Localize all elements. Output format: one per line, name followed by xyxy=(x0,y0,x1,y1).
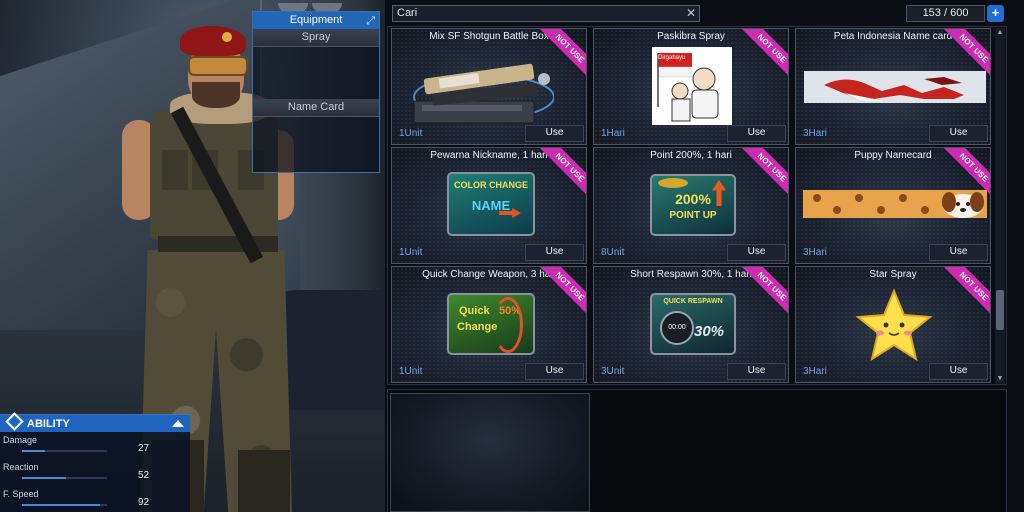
item-card-mix-sf-shotgun[interactable]: Mix SF Shotgun Battle Box NOT USE 1Unit … xyxy=(391,28,587,145)
soldier-beret xyxy=(180,26,246,56)
stat-label: Reaction xyxy=(3,462,39,472)
stat-bar xyxy=(22,477,107,479)
stat-label: F. Speed xyxy=(3,489,39,499)
soldier-goggles xyxy=(188,56,248,76)
coin-icon xyxy=(658,178,688,188)
stat-bar xyxy=(22,450,107,452)
use-button[interactable]: Use xyxy=(525,363,584,380)
color-change-icon: COLOR CHANGE NAME xyxy=(447,172,535,236)
clear-search-icon[interactable]: ✕ xyxy=(686,5,696,22)
item-quantity: 1Unit xyxy=(399,128,423,139)
use-button[interactable]: Use xyxy=(929,244,988,261)
name-label: NAME xyxy=(471,198,511,213)
selected-item-slot[interactable] xyxy=(390,393,590,512)
stat-value: 52 xyxy=(138,470,150,481)
item-card-point-200[interactable]: Point 200%, 1 hari 200% POINT UP NOT USE… xyxy=(593,147,789,264)
scroll-thumb[interactable] xyxy=(996,290,1004,330)
item-quantity: 3Hari xyxy=(803,247,827,258)
stat-value: 27 xyxy=(138,443,150,454)
use-button[interactable]: Use xyxy=(727,363,786,380)
stat-bar-fill xyxy=(22,477,67,479)
timer-icon: 00:00 xyxy=(660,311,694,345)
item-card-paskibra-spray[interactable]: Paskibra Spray Dirgahayu NOT USE 1Hari U… xyxy=(593,28,789,145)
stat-value: 92 xyxy=(138,497,150,508)
puppy-namecard-image xyxy=(803,190,987,218)
ability-title: ABILITY xyxy=(27,418,70,430)
search-input[interactable]: Cari xyxy=(392,5,700,22)
item-card-peta-indonesia[interactable]: Peta Indonesia Name card NOT USE 3Hari U… xyxy=(795,28,991,145)
shotgun-box-image xyxy=(413,63,554,124)
soldier-beard xyxy=(192,82,240,108)
ability-stat-reaction: Reaction 52 xyxy=(0,459,190,486)
ability-stat-fire-speed: F. Speed 92 xyxy=(0,486,190,512)
item-card-puppy-namecard[interactable]: Puppy Namecard NOT USE 3Hari Use xyxy=(795,147,991,264)
respawn-percent-label: 30% xyxy=(694,323,725,340)
equipment-title-bar: Equipment ⤢ xyxy=(253,12,379,29)
inventory-scrollbar[interactable]: ▲ ▼ xyxy=(995,28,1005,384)
cycle-icon xyxy=(493,297,523,353)
stat-bar xyxy=(22,504,107,506)
soldier-pouch xyxy=(162,150,188,190)
quick-respawn-icon: QUICK RESPAWN 00:00 30% xyxy=(650,293,736,355)
equipment-title: Equipment xyxy=(289,14,343,26)
equipment-top-icons[interactable] xyxy=(278,0,348,13)
quick-respawn-label: QUICK RESPAWN xyxy=(663,298,723,305)
item-quantity: 3Unit xyxy=(601,366,625,377)
item-card-star-spray[interactable]: Star Spray NOT USE 3Hari Use xyxy=(795,266,991,383)
soldier-belt xyxy=(158,236,278,252)
item-card-short-respawn[interactable]: Short Respawn 30%, 1 hari QUICK RESPAWN … xyxy=(593,266,789,383)
scroll-up-icon[interactable]: ▲ xyxy=(995,28,1005,38)
soldier-boot-right xyxy=(238,450,290,512)
quick-label: Quick xyxy=(459,305,490,317)
ability-panel: ABILITY Damage 27 Reaction 52 F. Speed 9… xyxy=(0,412,190,512)
beret-badge xyxy=(222,32,232,42)
inventory-count: 153 / 600 xyxy=(906,5,985,22)
point-percent-label: 200% xyxy=(675,191,711,207)
ability-stat-damage: Damage 27 xyxy=(0,432,190,459)
item-card-quick-change-weapon[interactable]: Quick Change Weapon, 3 hari Quick Change… xyxy=(391,266,587,383)
item-quantity: 1Hari xyxy=(601,128,625,139)
expand-icon[interactable]: ⤢ xyxy=(366,13,375,30)
change-label: Change xyxy=(457,321,498,333)
expand-inventory-button[interactable]: + xyxy=(987,5,1004,22)
use-button[interactable]: Use xyxy=(929,125,988,142)
star-spray-image xyxy=(855,288,933,362)
quick-change-icon: Quick Change 50% xyxy=(447,293,535,355)
paskibra-banner-text: Dirgahayu xyxy=(658,55,686,61)
use-button[interactable]: Use xyxy=(525,244,584,261)
indonesia-map-namecard-image xyxy=(804,71,986,103)
stat-bar-fill xyxy=(22,504,101,506)
name-card-slot-header: Name Card xyxy=(253,99,379,117)
item-quantity: 8Unit xyxy=(601,247,625,258)
use-button[interactable]: Use xyxy=(727,125,786,142)
equipment-panel: Equipment ⤢ Spray Name Card xyxy=(252,11,380,173)
stat-bar-fill xyxy=(22,450,45,452)
collapse-icon[interactable] xyxy=(172,420,184,427)
use-button[interactable]: Use xyxy=(929,363,988,380)
name-card-slot[interactable] xyxy=(253,117,379,169)
spray-slot-header: Spray xyxy=(253,29,379,47)
point-up-label: POINT UP xyxy=(669,210,717,221)
use-button[interactable]: Use xyxy=(727,244,786,261)
diamond-icon xyxy=(5,412,24,431)
spray-slot[interactable] xyxy=(253,47,379,99)
item-quantity: 3Hari xyxy=(803,366,827,377)
item-quantity: 1Unit xyxy=(399,366,423,377)
use-button[interactable]: Use xyxy=(525,125,584,142)
point-up-icon: 200% POINT UP xyxy=(650,174,736,236)
ability-title-bar[interactable]: ABILITY xyxy=(0,412,190,432)
item-card-pewarna-nickname[interactable]: Pewarna Nickname, 1 hari COLOR CHANGE NA… xyxy=(391,147,587,264)
stat-label: Damage xyxy=(3,435,38,445)
item-quantity: 3Hari xyxy=(803,128,827,139)
item-quantity: 1Unit xyxy=(399,247,423,258)
character-preview: Equipment ⤢ Spray Name Card ABILITY Dama… xyxy=(0,0,384,512)
scroll-down-icon[interactable]: ▼ xyxy=(995,374,1005,384)
color-change-label: COLOR CHANGE xyxy=(454,180,528,190)
